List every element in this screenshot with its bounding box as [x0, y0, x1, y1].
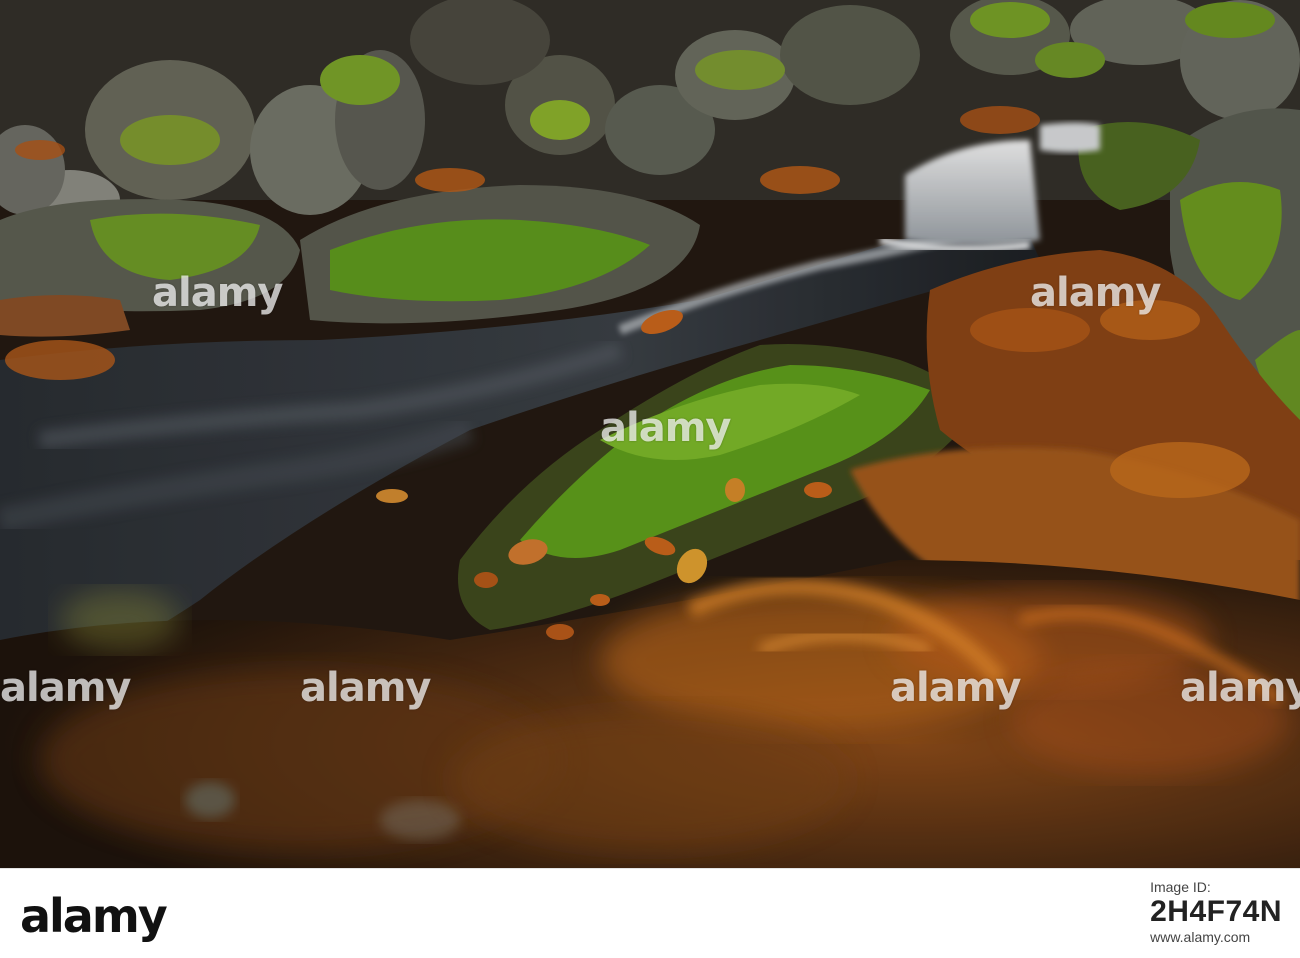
image-id: 2H4F74N — [1150, 895, 1282, 928]
footer-bar: alamy Image ID: 2H4F74N www.alamy.com — [0, 868, 1300, 958]
image-meta: Image ID: 2H4F74N www.alamy.com — [1150, 879, 1282, 945]
stream-scene — [0, 0, 1300, 868]
site-url: www.alamy.com — [1150, 929, 1251, 945]
photo: alamy alamy alamy alamy alamy alamy alam… — [0, 0, 1300, 868]
image-id-label: Image ID: — [1150, 879, 1211, 895]
alamy-logo: alamy — [20, 889, 168, 943]
